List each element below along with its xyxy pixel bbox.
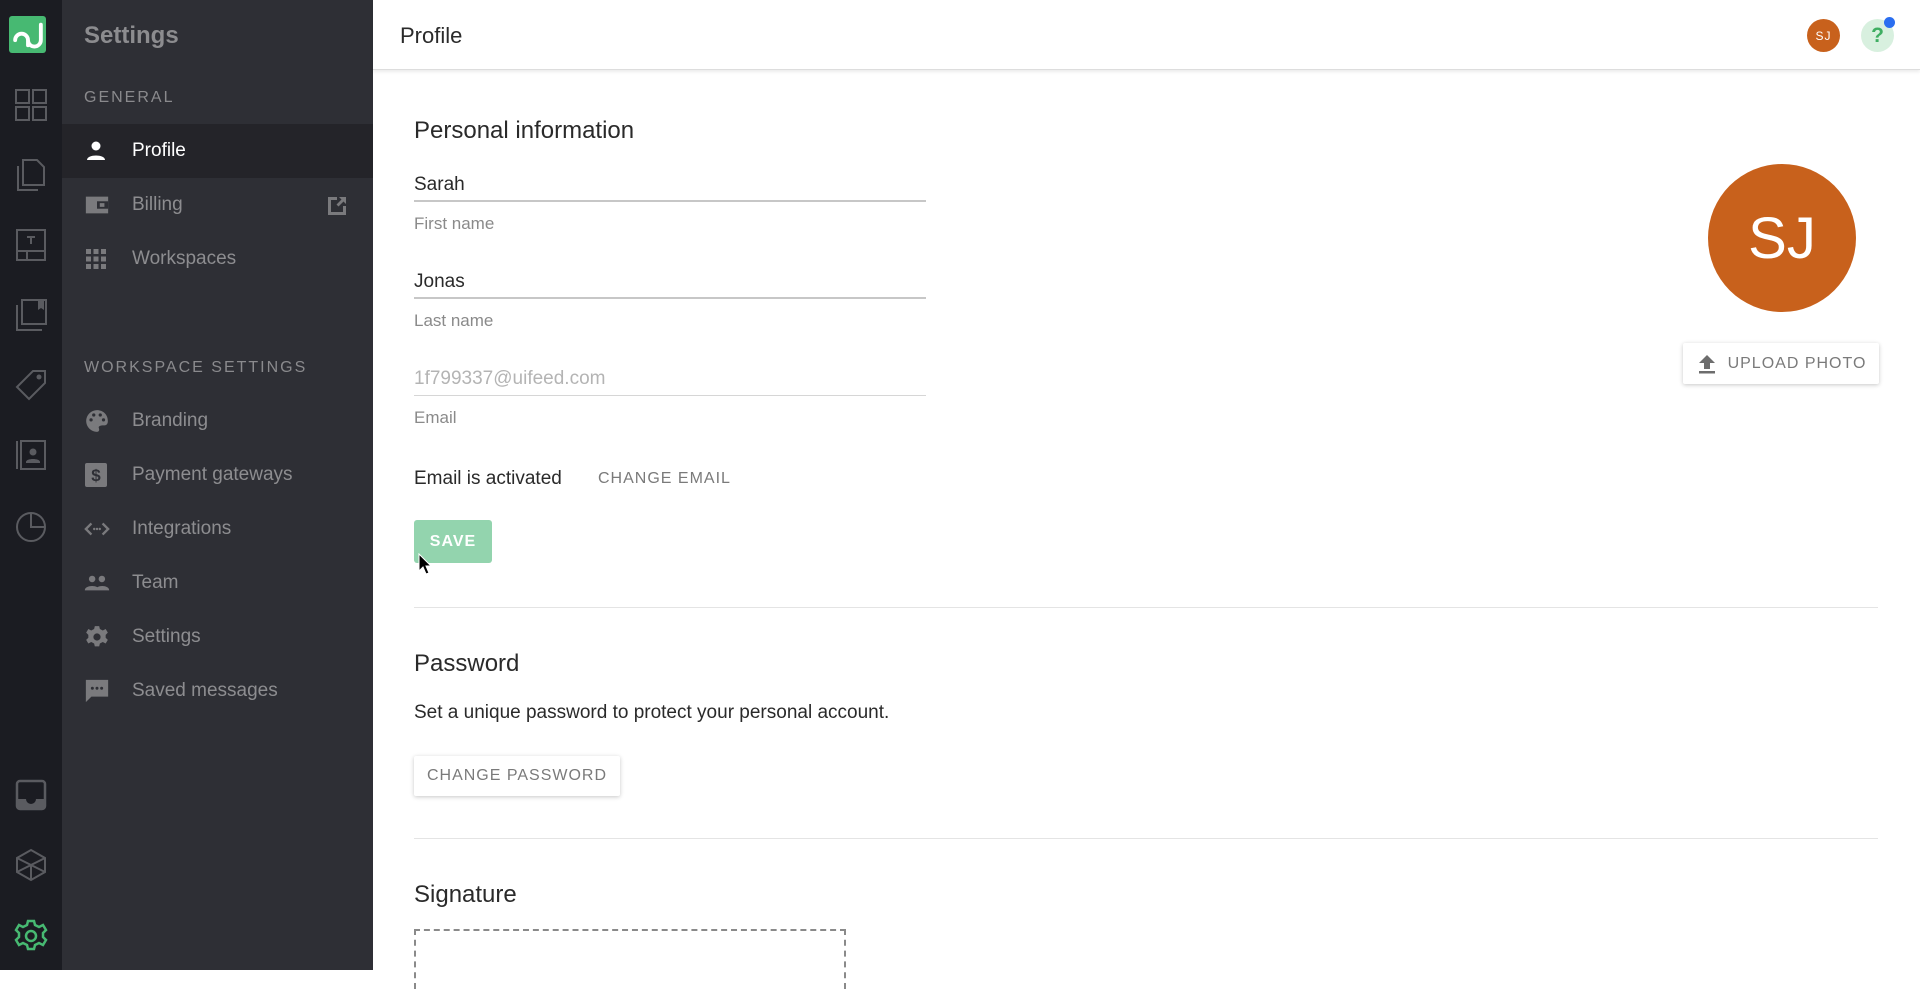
rail-contacts[interactable] [9, 433, 53, 477]
people-icon [62, 571, 110, 595]
app-rail [0, 0, 62, 970]
email-label: Email [414, 408, 926, 428]
code-icon [62, 519, 110, 539]
sidebar-item-workspaces[interactable]: Workspaces [62, 232, 373, 286]
palette-icon [62, 408, 110, 434]
profile-content: Personal information Sarah First name Jo… [414, 70, 1920, 970]
sidebar-item-branding[interactable]: Branding [62, 394, 373, 448]
sidebar-title: Settings [84, 22, 179, 50]
upload-photo-label: UPLOAD PHOTO [1728, 355, 1867, 373]
inbox-icon [13, 777, 49, 813]
sidebar-item-profile[interactable]: Profile [62, 124, 373, 178]
sidebar-item-label: Workspaces [132, 248, 236, 270]
personal-info-heading: Personal information [414, 117, 634, 145]
grid-icon [62, 247, 110, 271]
upload-photo-button[interactable]: UPLOAD PHOTO [1683, 343, 1879, 384]
section-divider [414, 838, 1878, 839]
rail-reports[interactable] [9, 503, 53, 547]
rail-catalog[interactable] [9, 363, 53, 407]
last-name-label: Last name [414, 311, 926, 331]
email-status: Email is activated [414, 468, 562, 490]
email-input: 1f799337@uifeed.com [414, 368, 926, 396]
sidebar-item-label: Payment gateways [132, 464, 293, 486]
sidebar-item-label: Billing [132, 194, 183, 216]
message-icon [62, 677, 110, 705]
sidebar-item-label: Profile [132, 140, 186, 162]
first-name-field[interactable]: Sarah First name [414, 174, 926, 234]
mouse-cursor [418, 553, 432, 580]
dashboard-icon [13, 87, 49, 123]
help-button[interactable]: ? [1861, 19, 1894, 52]
rail-settings[interactable] [9, 914, 53, 958]
sidebar-item-saved-messages[interactable]: Saved messages [62, 664, 373, 718]
rail-inbox[interactable] [9, 773, 53, 817]
upload-icon [1696, 353, 1718, 375]
rail-integrations[interactable] [9, 843, 53, 887]
sidebar-item-team[interactable]: Team [62, 556, 373, 610]
svg-text:$: $ [91, 466, 101, 485]
reports-icon [13, 507, 49, 543]
change-password-button[interactable]: CHANGE PASSWORD [414, 756, 620, 796]
sidebar-item-payment-gateways[interactable]: $ Payment gateways [62, 448, 373, 502]
gear-icon [62, 624, 110, 650]
section-workspace-settings: WORKSPACE SETTINGS [84, 359, 307, 377]
sidebar-item-settings[interactable]: Settings [62, 610, 373, 664]
sidebar-item-integrations[interactable]: Integrations [62, 502, 373, 556]
profile-avatar: SJ [1708, 164, 1856, 312]
last-name-field[interactable]: Jonas Last name [414, 271, 926, 331]
password-description: Set a unique password to protect your pe… [414, 702, 889, 724]
content-library-icon [13, 297, 49, 333]
section-general: GENERAL [84, 89, 174, 107]
settings-icon [13, 918, 49, 954]
sidebar-item-billing[interactable]: Billing [62, 178, 373, 232]
page-title: Profile [400, 23, 462, 49]
wallet-icon [62, 193, 110, 217]
change-email-button[interactable]: CHANGE EMAIL [598, 470, 731, 488]
sidebar-item-label: Saved messages [132, 680, 278, 702]
help-icon: ? [1871, 24, 1884, 48]
rail-templates[interactable] [9, 223, 53, 267]
person-icon [62, 139, 110, 163]
logo-icon [10, 17, 46, 53]
rail-documents[interactable] [9, 153, 53, 197]
first-name-input[interactable]: Sarah [414, 174, 926, 202]
catalog-icon [13, 367, 49, 403]
sidebar-item-label: Branding [132, 410, 208, 432]
top-header: Profile [373, 0, 1920, 70]
pd-logo[interactable] [9, 16, 46, 53]
sidebar-item-label: Team [132, 572, 178, 594]
contacts-icon [13, 437, 49, 473]
user-avatar[interactable]: SJ [1807, 19, 1840, 52]
signature-dropzone[interactable] [414, 929, 846, 989]
settings-sidebar: Settings GENERAL Profile Billing Workspa… [62, 0, 373, 970]
signature-heading: Signature [414, 881, 517, 909]
dollar-icon: $ [62, 462, 110, 488]
templates-icon [13, 227, 49, 263]
rail-content-library[interactable] [9, 293, 53, 337]
password-heading: Password [414, 650, 519, 678]
last-name-input[interactable]: Jonas [414, 271, 926, 299]
integrations-icon [13, 847, 49, 883]
external-link-icon [325, 194, 349, 224]
notification-dot [1884, 17, 1895, 28]
email-field: 1f799337@uifeed.com Email [414, 368, 926, 428]
first-name-label: First name [414, 214, 926, 234]
sidebar-item-label: Integrations [132, 518, 231, 540]
documents-icon [13, 157, 49, 193]
section-divider [414, 607, 1878, 608]
rail-dashboard[interactable] [9, 83, 53, 127]
sidebar-item-label: Settings [132, 626, 201, 648]
